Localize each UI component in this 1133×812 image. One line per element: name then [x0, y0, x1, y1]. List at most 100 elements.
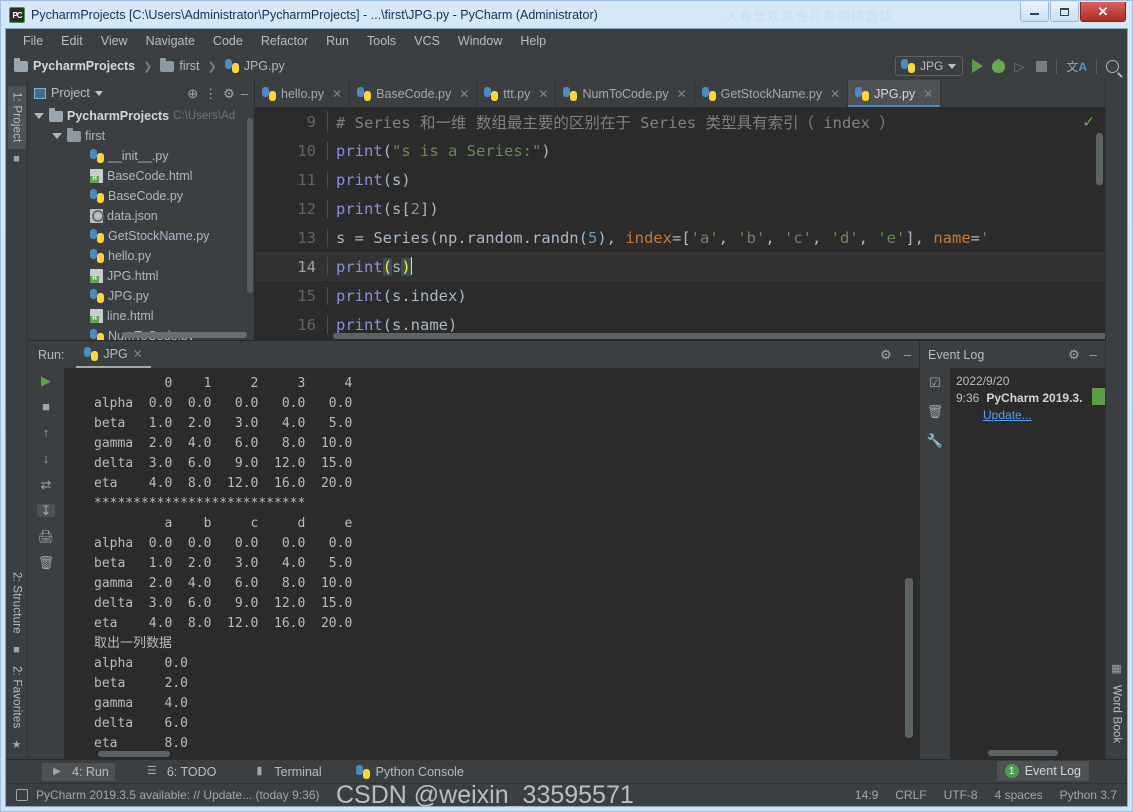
editor-horizontal-scrollbar[interactable] [333, 333, 1105, 339]
tree-item-jpg-py[interactable]: JPG.py [28, 286, 254, 306]
sidebar-item-word-book[interactable]: Word Book [1108, 679, 1126, 749]
event-log-button[interactable]: 1 Event Log [997, 761, 1089, 781]
hide-icon[interactable]: – [1090, 348, 1097, 361]
hide-icon[interactable]: – [241, 87, 248, 100]
tab-numtocode-py[interactable]: NumToCode.py ✕ [556, 80, 694, 107]
run-icon[interactable] [972, 59, 983, 73]
tree-node-root[interactable]: PycharmProjects C:\Users\Ad [28, 106, 254, 126]
inspection-ok-icon[interactable]: ✓ [1082, 113, 1095, 131]
run-coverage-icon[interactable]: ▷ [1014, 60, 1027, 73]
menu-file[interactable]: File [15, 32, 51, 50]
tree-item-getstockname-py[interactable]: GetStockName.py [28, 226, 254, 246]
menu-refactor[interactable]: Refactor [253, 32, 316, 50]
hide-icon[interactable]: – [904, 348, 911, 361]
tree-item-hello-py[interactable]: hello.py [28, 246, 254, 266]
breadcrumb-root[interactable]: PycharmProjects [33, 59, 135, 73]
toolbar-item-python-console[interactable]: Python Console [350, 763, 470, 781]
run-configuration-selector[interactable]: JPG [895, 56, 963, 76]
locate-icon[interactable]: ⊕ [187, 87, 198, 100]
project-horizontal-scrollbar[interactable] [122, 332, 247, 338]
search-icon[interactable] [1106, 60, 1119, 73]
collapse-all-icon[interactable]: ⋮ [204, 87, 217, 100]
menu-run[interactable]: Run [318, 32, 357, 50]
menu-help[interactable]: Help [512, 32, 554, 50]
event-log-horizontal-scrollbar[interactable] [988, 750, 1058, 756]
caret-position[interactable]: 14:9 [855, 788, 878, 802]
translate-icon[interactable]: 文A [1066, 58, 1087, 75]
trash-icon[interactable]: 🗑 [926, 405, 944, 418]
close-icon[interactable]: ✕ [677, 87, 687, 101]
toolbar-item-run[interactable]: ▶ 4: Run [42, 763, 115, 781]
tree-item-line-html[interactable]: line.html [28, 306, 254, 326]
file-encoding[interactable]: UTF-8 [944, 788, 978, 802]
debug-icon[interactable] [992, 60, 1005, 73]
tab-getstockname-py[interactable]: GetStockName.py ✕ [695, 80, 849, 107]
stop-icon[interactable]: ■ [37, 400, 55, 413]
console-horizontal-scrollbar[interactable] [98, 751, 170, 757]
minimize-button[interactable] [1020, 2, 1049, 22]
sidebar-item-favorites[interactable]: 2: Favorites [8, 660, 26, 734]
sidebar-item-structure[interactable]: 2: Structure [8, 566, 26, 640]
status-message[interactable]: PyCharm 2019.3.5 available: // Update...… [36, 788, 320, 802]
gear-icon[interactable]: ⚙ [1068, 348, 1080, 361]
stop-icon[interactable] [1036, 61, 1047, 72]
run-tab-jpg[interactable]: JPG ✕ [76, 344, 150, 365]
menu-vcs[interactable]: VCS [406, 32, 448, 50]
close-icon[interactable]: ✕ [459, 87, 469, 101]
gear-icon[interactable]: ⚙ [223, 87, 235, 100]
tab-ttt-py[interactable]: ttt.py ✕ [477, 80, 556, 107]
tree-item-data-json[interactable]: data.json [28, 206, 254, 226]
project-title-group[interactable]: Project [34, 86, 103, 100]
menu-tools[interactable]: Tools [359, 32, 404, 50]
tab-hello-py[interactable]: hello.py ✕ [255, 80, 350, 107]
indent-setting[interactable]: 4 spaces [995, 788, 1043, 802]
code-editor[interactable]: 9 # Series 和一维 数组最主要的区别在于 Series 类型具有索引（… [255, 107, 1105, 340]
down-stack-icon[interactable]: ↓ [37, 452, 55, 465]
editor-vertical-scrollbar[interactable] [1096, 133, 1103, 185]
clear-all-icon[interactable]: 🗑 [37, 556, 55, 569]
python-interpreter[interactable]: Python 3.7 [1060, 788, 1117, 802]
line-separator[interactable]: CRLF [895, 788, 926, 802]
menu-window[interactable]: Window [450, 32, 510, 50]
close-icon[interactable]: ✕ [830, 87, 840, 101]
breadcrumb-folder[interactable]: first [179, 59, 199, 73]
tab-jpg-py[interactable]: JPG.py ✕ [848, 80, 941, 107]
mark-read-icon[interactable]: ☑ [926, 376, 944, 389]
tree-node-folder[interactable]: first [28, 126, 254, 146]
print-icon[interactable]: 🖨 [37, 530, 55, 543]
close-icon[interactable]: ✕ [923, 87, 933, 101]
soft-wrap-icon[interactable]: ⇄ [37, 478, 55, 491]
tree-item-basecode-html[interactable]: BaseCode.html [28, 166, 254, 186]
close-icon[interactable]: ✕ [538, 87, 548, 101]
project-vertical-scrollbar[interactable] [247, 118, 253, 293]
tree-item-basecode-py[interactable]: BaseCode.py [28, 186, 254, 206]
run-console-output[interactable]: 0 1 2 3 4 alpha 0.0 0.0 0.0 0.0 0.0 beta… [64, 368, 919, 759]
gear-icon[interactable]: ⚙ [880, 348, 892, 361]
expand-arrow-icon[interactable] [52, 133, 62, 139]
sidebar-item-project[interactable]: 1: Project [8, 86, 26, 149]
tab-basecode-py[interactable]: BaseCode.py ✕ [350, 80, 477, 107]
toolbar-item-terminal[interactable]: ▮ Terminal [244, 763, 327, 781]
tree-item-jpg-html[interactable]: JPG.html [28, 266, 254, 286]
close-button[interactable]: ✕ [1080, 2, 1126, 22]
event-log-update-link[interactable]: Update... [983, 408, 1032, 422]
up-stack-icon[interactable]: ↑ [37, 426, 55, 439]
maximize-button[interactable] [1050, 2, 1079, 22]
run-configuration-label: JPG [920, 59, 943, 73]
close-icon[interactable]: ✕ [332, 87, 342, 101]
wrench-icon[interactable]: 🔧 [926, 434, 944, 447]
console-vertical-scrollbar[interactable] [905, 578, 913, 738]
close-icon[interactable]: ✕ [133, 347, 143, 361]
toolbar-item-todo[interactable]: ☰ 6: TODO [137, 763, 223, 781]
widget-icon[interactable] [16, 789, 28, 801]
tree-item-init-py[interactable]: __init__.py [28, 146, 254, 166]
menu-navigate[interactable]: Navigate [138, 32, 203, 50]
scroll-to-end-icon[interactable]: ↧ [37, 504, 55, 517]
menu-code[interactable]: Code [205, 32, 251, 50]
rerun-icon[interactable]: ▶ [37, 374, 55, 387]
breadcrumb-file[interactable]: JPG.py [244, 59, 285, 73]
menu-view[interactable]: View [93, 32, 136, 50]
expand-arrow-icon[interactable] [34, 113, 44, 119]
editor-area: hello.py ✕ BaseCode.py ✕ ttt.py [255, 80, 1105, 340]
menu-edit[interactable]: Edit [53, 32, 91, 50]
